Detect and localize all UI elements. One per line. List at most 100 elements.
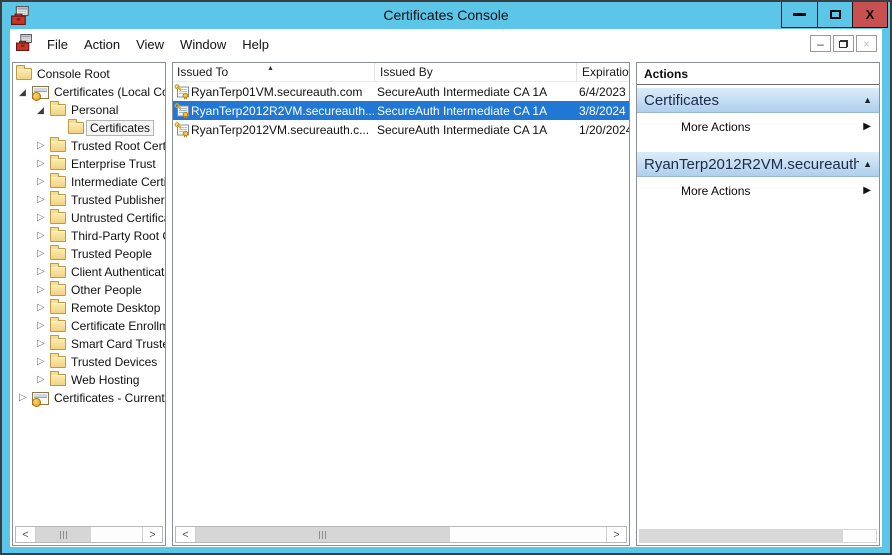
scroll-left-button[interactable]: < <box>16 527 36 542</box>
certificate-row[interactable]: RyanTerp01VM.secureauth.com SecureAuth I… <box>173 82 629 101</box>
list-horizontal-scrollbar[interactable]: < > <box>175 526 627 543</box>
expander-collapsed-icon[interactable]: ▷ <box>37 317 50 335</box>
tree-item-enterprise-trust[interactable]: ▷ Enterprise Trust <box>13 155 165 173</box>
expander-collapsed-icon[interactable]: ▷ <box>37 299 50 317</box>
more-actions-certificates[interactable]: More Actions ▶ <box>637 113 879 140</box>
tree-item-trusted-devices[interactable]: ▷ Trusted Devices <box>13 353 165 371</box>
more-actions-selected-certificate[interactable]: More Actions ▶ <box>637 177 879 204</box>
client-area: File Action View Window Help – × Console… <box>10 29 882 547</box>
folder-icon <box>50 374 66 386</box>
folder-icon <box>50 158 66 170</box>
scrollbar-track[interactable] <box>36 527 142 542</box>
certificate-row[interactable]: RyanTerp2012VM.secureauth.c... SecureAut… <box>173 120 629 139</box>
submenu-arrow-icon: ▶ <box>863 185 871 196</box>
tree-horizontal-scrollbar[interactable]: < > <box>15 526 163 543</box>
tree-item-smart-card[interactable]: ▷ Smart Card Trusted Roots <box>13 335 165 353</box>
actions-horizontal-scrollbar[interactable] <box>639 529 877 543</box>
expander-collapsed-icon[interactable]: ▷ <box>37 155 50 173</box>
child-minimize-button[interactable]: – <box>810 35 831 52</box>
folder-icon <box>50 176 66 188</box>
expander-collapsed-icon[interactable]: ▷ <box>37 281 50 299</box>
folder-icon <box>16 68 32 80</box>
tree-item-remote-desktop[interactable]: ▷ Remote Desktop <box>13 299 165 317</box>
tree-item-certificate-enrollment[interactable]: ▷ Certificate Enrollment Requests <box>13 317 165 335</box>
tree-item-third-party-root[interactable]: ▷ Third-Party Root Certification Authori… <box>13 227 165 245</box>
scrollbar-track[interactable] <box>196 527 606 542</box>
restore-icon <box>839 40 848 48</box>
expander-collapsed-icon[interactable]: ▷ <box>37 353 50 371</box>
actions-section-certificates[interactable]: Certificates ▲ <box>637 88 879 113</box>
expander-expanded-icon[interactable]: ◢ <box>19 83 32 101</box>
maximize-button[interactable] <box>817 2 852 27</box>
collapse-section-icon[interactable]: ▲ <box>863 159 872 169</box>
tree-item-certificates-selected[interactable]: Certificates <box>13 119 165 137</box>
tree-item-untrusted-certificates[interactable]: ▷ Untrusted Certificates <box>13 209 165 227</box>
scroll-left-button[interactable]: < <box>176 527 196 542</box>
minimize-button[interactable] <box>782 2 817 27</box>
actions-section-selected-certificate[interactable]: RyanTerp2012R2VM.secureauth... ▲ <box>637 152 879 177</box>
console-tree: Console Root ◢ Certificates (Local Compu… <box>13 63 165 407</box>
tree-item-personal[interactable]: ◢ Personal <box>13 101 165 119</box>
tree-item-web-hosting[interactable]: ▷ Web Hosting <box>13 371 165 389</box>
menu-action[interactable]: Action <box>76 34 128 55</box>
scroll-right-button[interactable]: > <box>606 527 626 542</box>
minimize-icon <box>793 13 806 16</box>
folder-icon <box>50 212 66 224</box>
scrollbar-thumb[interactable] <box>36 527 91 542</box>
certificate-list-pane: Issued To ▲ Issued By Expiration Date <box>172 62 630 546</box>
certificate-store-icon <box>32 392 49 405</box>
menu-help[interactable]: Help <box>234 34 277 55</box>
expander-collapsed-icon[interactable]: ▷ <box>37 263 50 281</box>
scrollbar-thumb[interactable] <box>640 530 843 542</box>
certificate-icon <box>174 102 190 119</box>
expander-collapsed-icon[interactable]: ▷ <box>37 209 50 227</box>
actions-pane-title: Actions <box>637 63 879 85</box>
submenu-arrow-icon: ▶ <box>863 121 871 132</box>
expander-expanded-icon[interactable]: ◢ <box>37 101 50 119</box>
close-button[interactable]: X <box>852 2 887 27</box>
expander-collapsed-icon[interactable]: ▷ <box>37 335 50 353</box>
menu-view[interactable]: View <box>128 34 172 55</box>
tree-item-certificates-local-computer[interactable]: ◢ Certificates (Local Computer) <box>13 83 165 101</box>
column-header-issued-by[interactable]: Issued By <box>375 63 577 81</box>
tree-item-certificates-current-user[interactable]: ▷ Certificates - Current User <box>13 389 165 407</box>
window-title: Certificates Console <box>2 7 890 23</box>
certificate-icon <box>174 83 190 100</box>
scrollbar-grip-icon <box>60 531 68 539</box>
scroll-right-button[interactable]: > <box>142 527 162 542</box>
console-tree-pane: Console Root ◢ Certificates (Local Compu… <box>12 62 166 546</box>
expander-collapsed-icon[interactable]: ▷ <box>19 389 32 407</box>
child-close-button[interactable]: × <box>856 35 877 52</box>
certificates-console-window: Certificates Console X File <box>0 0 892 555</box>
folder-icon <box>50 302 66 314</box>
expander-collapsed-icon[interactable]: ▷ <box>37 245 50 263</box>
column-header-issued-to[interactable]: Issued To ▲ <box>173 63 375 81</box>
tree-item-trusted-root[interactable]: ▷ Trusted Root Certification Authorities <box>13 137 165 155</box>
scrollbar-thumb[interactable] <box>196 527 450 542</box>
menu-file[interactable]: File <box>39 34 76 55</box>
expander-collapsed-icon[interactable]: ▷ <box>37 191 50 209</box>
tree-item-client-authentication[interactable]: ▷ Client Authentication Issuers <box>13 263 165 281</box>
child-window-controls: – × <box>810 35 877 52</box>
tree-item-console-root[interactable]: Console Root <box>13 65 165 83</box>
certificate-row-selected[interactable]: RyanTerp2012R2VM.secureauth... SecureAut… <box>173 101 629 120</box>
expander-collapsed-icon[interactable]: ▷ <box>37 173 50 191</box>
tree-item-trusted-people[interactable]: ▷ Trusted People <box>13 245 165 263</box>
window-controls: X <box>781 2 888 28</box>
tree-item-trusted-publishers[interactable]: ▷ Trusted Publishers <box>13 191 165 209</box>
tree-item-intermediate[interactable]: ▷ Intermediate Certification Authorities <box>13 173 165 191</box>
menu-window[interactable]: Window <box>172 34 234 55</box>
certificate-store-icon <box>32 86 49 99</box>
column-header-expiration[interactable]: Expiration Date <box>577 63 629 81</box>
collapse-section-icon[interactable]: ▲ <box>863 95 872 105</box>
expander-collapsed-icon[interactable]: ▷ <box>37 137 50 155</box>
actions-pane: Actions Certificates ▲ More Actions ▶ Ry… <box>636 62 880 546</box>
tree-item-other-people[interactable]: ▷ Other People <box>13 281 165 299</box>
folder-icon <box>68 122 84 134</box>
child-restore-button[interactable] <box>833 35 854 52</box>
title-bar[interactable]: Certificates Console X <box>2 2 890 29</box>
maximize-icon <box>830 10 841 19</box>
expander-collapsed-icon[interactable]: ▷ <box>37 371 50 389</box>
expander-collapsed-icon[interactable]: ▷ <box>37 227 50 245</box>
certificate-icon <box>174 121 190 138</box>
